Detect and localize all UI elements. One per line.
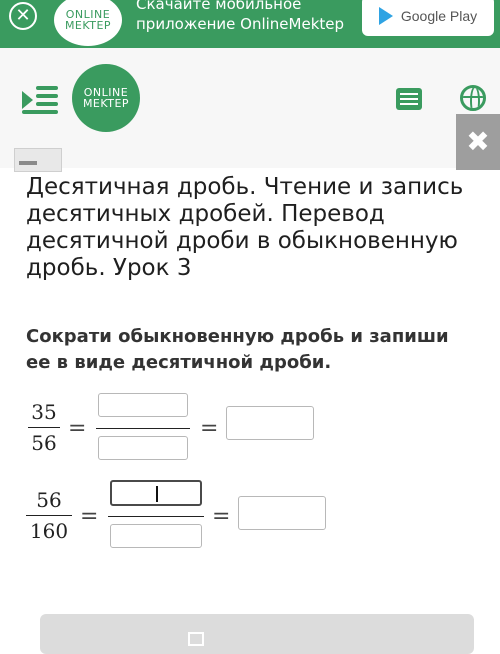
- menu-icon[interactable]: [22, 86, 58, 114]
- fraction-line: [108, 516, 204, 517]
- edit-icon: [188, 632, 204, 646]
- app-header: ONLINE MEKTEP: [0, 48, 500, 172]
- task-instruction: Сократи обыкновенную дробь и запиши ее в…: [26, 326, 449, 373]
- header-logo-line2: MEKTEP: [82, 97, 130, 110]
- fraction-2-denominator: 160: [29, 519, 69, 543]
- google-play-label: Google Play: [400, 8, 478, 24]
- text-cursor: [156, 486, 158, 502]
- google-play-button[interactable]: Google Play: [362, 0, 494, 36]
- decimal-input-1[interactable]: [226, 406, 314, 440]
- equals-sign: =: [212, 504, 231, 529]
- close-banner-icon[interactable]: ✕: [9, 2, 37, 30]
- lesson-title: Десятичная дробь. Чтение и запись десяти…: [26, 174, 464, 281]
- decimal-input-2[interactable]: [238, 496, 326, 530]
- close-panel-button[interactable]: ✖: [456, 114, 500, 170]
- fraction-1-numerator: 35: [31, 400, 57, 424]
- fraction-2: 56 160: [26, 488, 72, 543]
- check-answer-button[interactable]: [40, 614, 474, 654]
- banner-text: Скачайте мобильное приложение OnlineMekt…: [136, 0, 345, 33]
- equals-sign: =: [80, 504, 99, 529]
- banner-logo-line2: MEKTEP: [64, 19, 112, 32]
- menu-arrow: [22, 91, 33, 109]
- numerator-input-1[interactable]: [98, 393, 188, 417]
- fraction-1-denominator: 56: [31, 431, 57, 455]
- fraction-line: [96, 428, 190, 429]
- panel-tab[interactable]: [14, 148, 62, 172]
- equals-sign: =: [68, 416, 87, 441]
- fraction-1: 35 56: [28, 400, 60, 455]
- fraction-2-numerator: 56: [36, 488, 62, 512]
- app-promo-banner: ✕ ONLINE MEKTEP Скачайте мобильное прило…: [0, 0, 500, 48]
- numerator-input-2[interactable]: [110, 480, 202, 506]
- list-icon[interactable]: [396, 88, 422, 110]
- header-logo[interactable]: ONLINE MEKTEP: [72, 64, 140, 132]
- equals-sign: =: [200, 416, 219, 441]
- denominator-input-2[interactable]: [110, 524, 202, 548]
- denominator-input-1[interactable]: [98, 436, 188, 460]
- banner-logo: ONLINE MEKTEP: [54, 0, 122, 46]
- google-play-icon: [378, 7, 393, 25]
- globe-icon[interactable]: [460, 85, 486, 111]
